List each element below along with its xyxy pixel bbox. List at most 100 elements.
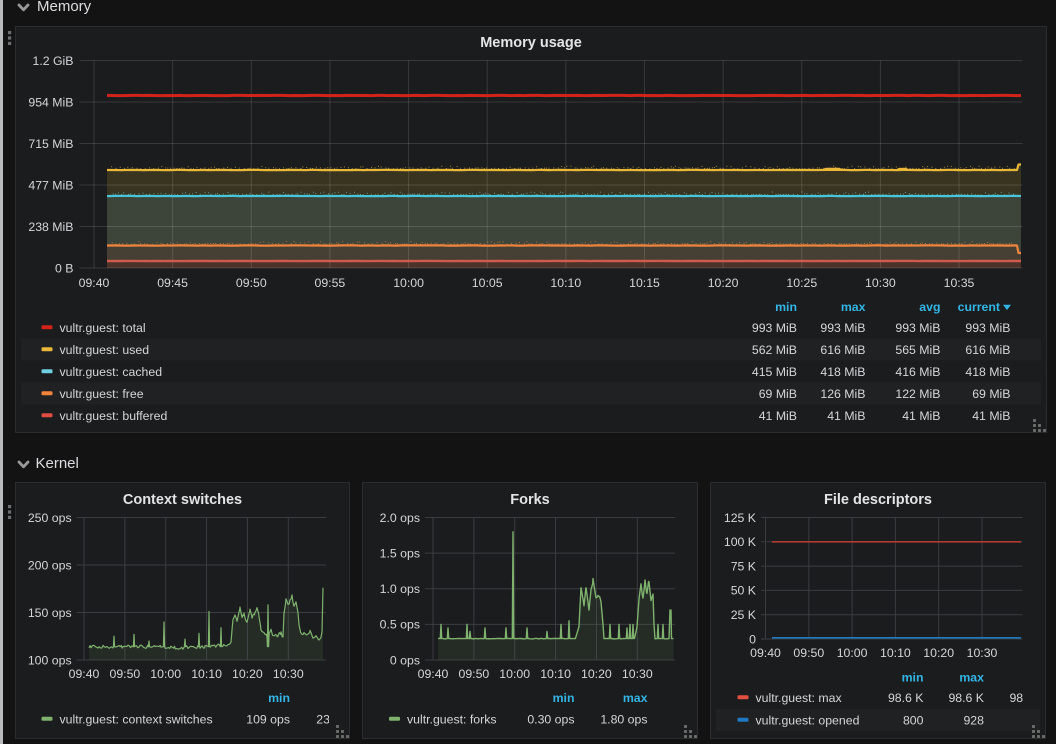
svg-text:09:55: 09:55 <box>315 276 346 290</box>
svg-text:10:00: 10:00 <box>393 276 424 290</box>
svg-text:File descriptors: File descriptors <box>824 492 932 508</box>
svg-text:993 MiB: 993 MiB <box>752 321 797 335</box>
svg-text:109 ops: 109 ops <box>246 712 290 726</box>
svg-text:09:40: 09:40 <box>750 646 781 660</box>
svg-text:10:05: 10:05 <box>472 276 503 290</box>
svg-text:69 MiB: 69 MiB <box>972 387 1010 401</box>
svg-text:Forks: Forks <box>510 492 550 508</box>
svg-text:41 MiB: 41 MiB <box>759 409 797 423</box>
svg-text:vultr.guest: context switches: vultr.guest: context switches <box>60 712 213 726</box>
svg-text:09:50: 09:50 <box>793 646 824 660</box>
svg-text:125 K: 125 K <box>724 511 757 525</box>
svg-text:200 ops: 200 ops <box>28 558 72 572</box>
svg-text:min: min <box>553 691 575 705</box>
svg-text:993 MiB: 993 MiB <box>965 321 1010 335</box>
svg-text:10:10: 10:10 <box>540 667 571 681</box>
svg-text:150 ops: 150 ops <box>28 606 72 620</box>
svg-text:10:10: 10:10 <box>550 276 581 290</box>
svg-text:562 MiB: 562 MiB <box>752 343 797 357</box>
svg-text:0 ops: 0 ops <box>390 653 420 667</box>
svg-text:0.5 ops: 0.5 ops <box>380 618 420 632</box>
svg-text:09:50: 09:50 <box>459 667 490 681</box>
svg-text:616 MiB: 616 MiB <box>965 343 1010 357</box>
svg-text:928: 928 <box>963 713 984 727</box>
svg-text:715 MiB: 715 MiB <box>28 137 73 151</box>
svg-text:10:30: 10:30 <box>967 646 998 660</box>
svg-text:vultr.guest: max: vultr.guest: max <box>756 691 843 705</box>
svg-text:416 MiB: 416 MiB <box>895 365 940 379</box>
svg-text:09:40: 09:40 <box>79 276 110 290</box>
svg-text:vultr.guest: cached: vultr.guest: cached <box>60 365 163 379</box>
svg-text:41 MiB: 41 MiB <box>972 409 1010 423</box>
svg-text:10:20: 10:20 <box>708 276 739 290</box>
svg-text:98.6 K: 98.6 K <box>888 691 924 705</box>
svg-text:2.0 ops: 2.0 ops <box>380 511 420 525</box>
svg-text:75 K: 75 K <box>731 559 757 573</box>
svg-text:122 MiB: 122 MiB <box>895 387 940 401</box>
svg-text:vultr.guest: total: vultr.guest: total <box>60 321 146 335</box>
svg-text:100 K: 100 K <box>724 535 757 549</box>
svg-text:min: min <box>775 300 797 314</box>
svg-text:800: 800 <box>903 713 924 727</box>
svg-text:10:30: 10:30 <box>273 667 304 681</box>
svg-text:10:20: 10:20 <box>232 667 263 681</box>
svg-text:0 B: 0 B <box>55 261 73 275</box>
svg-text:1.5 ops: 1.5 ops <box>380 546 420 560</box>
svg-text:max: max <box>959 671 984 685</box>
svg-text:418 MiB: 418 MiB <box>965 365 1010 379</box>
svg-text:418 MiB: 418 MiB <box>820 365 865 379</box>
svg-text:09:50: 09:50 <box>236 276 267 290</box>
svg-text:98.6 K: 98.6 K <box>948 691 984 705</box>
svg-text:616 MiB: 616 MiB <box>820 343 865 357</box>
svg-text:vultr.guest: buffered: vultr.guest: buffered <box>60 409 168 423</box>
svg-text:Memory usage: Memory usage <box>480 35 582 51</box>
svg-text:238 MiB: 238 MiB <box>28 220 73 234</box>
svg-text:current: current <box>958 300 1000 314</box>
svg-text:avg: avg <box>919 300 940 314</box>
svg-text:10:20: 10:20 <box>581 667 612 681</box>
svg-text:50 K: 50 K <box>731 584 757 598</box>
svg-text:10:20: 10:20 <box>923 646 954 660</box>
svg-text:Context switches: Context switches <box>123 492 242 508</box>
svg-text:10:10: 10:10 <box>880 646 911 660</box>
svg-text:min: min <box>268 691 290 705</box>
svg-text:0: 0 <box>749 632 756 646</box>
svg-text:41 MiB: 41 MiB <box>827 409 865 423</box>
svg-text:09:45: 09:45 <box>157 276 188 290</box>
svg-text:vultr.guest: forks: vultr.guest: forks <box>407 712 497 726</box>
svg-text:126 MiB: 126 MiB <box>820 387 865 401</box>
svg-text:max: max <box>841 300 866 314</box>
svg-text:10:00: 10:00 <box>150 667 181 681</box>
svg-text:954 MiB: 954 MiB <box>28 95 73 109</box>
svg-text:1.2 GiB: 1.2 GiB <box>32 54 73 68</box>
svg-text:10:35: 10:35 <box>944 276 975 290</box>
svg-text:vultr.guest: opened: vultr.guest: opened <box>756 713 860 727</box>
svg-text:1.80 ops: 1.80 ops <box>600 712 647 726</box>
svg-text:10:00: 10:00 <box>499 667 530 681</box>
svg-text:09:40: 09:40 <box>69 667 100 681</box>
svg-text:min: min <box>902 671 924 685</box>
svg-text:vultr.guest: free: vultr.guest: free <box>60 387 144 401</box>
svg-text:max: max <box>623 691 648 705</box>
svg-text:09:50: 09:50 <box>110 667 141 681</box>
svg-text:10:10: 10:10 <box>191 667 222 681</box>
svg-text:69 MiB: 69 MiB <box>759 387 797 401</box>
svg-text:993 MiB: 993 MiB <box>895 321 940 335</box>
svg-text:41 MiB: 41 MiB <box>902 409 940 423</box>
svg-text:10:30: 10:30 <box>865 276 896 290</box>
svg-text:vultr.guest: used: vultr.guest: used <box>60 343 150 357</box>
svg-text:10:25: 10:25 <box>786 276 817 290</box>
svg-text:10:15: 10:15 <box>629 276 660 290</box>
svg-text:10:30: 10:30 <box>622 667 653 681</box>
svg-text:1.0 ops: 1.0 ops <box>380 582 420 596</box>
svg-text:250 ops: 250 ops <box>28 511 72 525</box>
svg-text:565 MiB: 565 MiB <box>895 343 940 357</box>
svg-text:100 ops: 100 ops <box>28 653 72 667</box>
svg-text:477 MiB: 477 MiB <box>28 178 73 192</box>
svg-text:993 MiB: 993 MiB <box>820 321 865 335</box>
svg-text:10:00: 10:00 <box>837 646 868 660</box>
svg-text:25 K: 25 K <box>731 608 757 622</box>
svg-text:09:40: 09:40 <box>418 667 449 681</box>
svg-text:0.30 ops: 0.30 ops <box>527 712 574 726</box>
svg-text:415 MiB: 415 MiB <box>752 365 797 379</box>
